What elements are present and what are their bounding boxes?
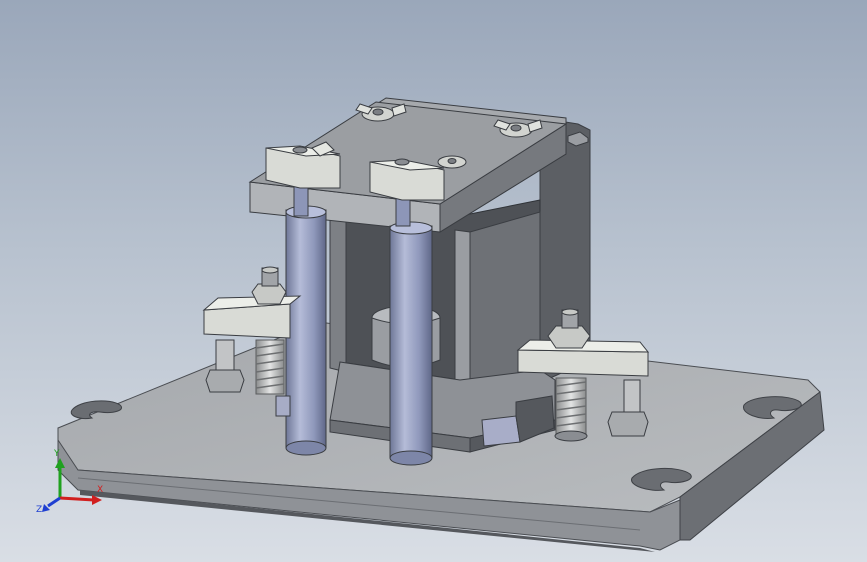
z-axis-label: Z: [36, 505, 42, 515]
y-axis-label: Y: [53, 449, 60, 459]
spring-left: [255, 339, 285, 395]
graphics-viewport[interactable]: X Y Z: [0, 0, 867, 562]
pillar-right: [389, 191, 433, 466]
top-clamp-left: [265, 141, 341, 189]
y-axis-arrow: [55, 458, 65, 498]
orientation-triad: X Y Z: [34, 440, 114, 520]
fixture-assembly-model[interactable]: [0, 0, 867, 562]
pad-block-left: [275, 395, 291, 417]
spring-right: [554, 377, 588, 442]
x-axis-label: X: [97, 485, 103, 495]
z-axis-arrow: [42, 496, 61, 512]
pillar-left: [285, 185, 327, 456]
x-axis-arrow: [59, 495, 102, 505]
